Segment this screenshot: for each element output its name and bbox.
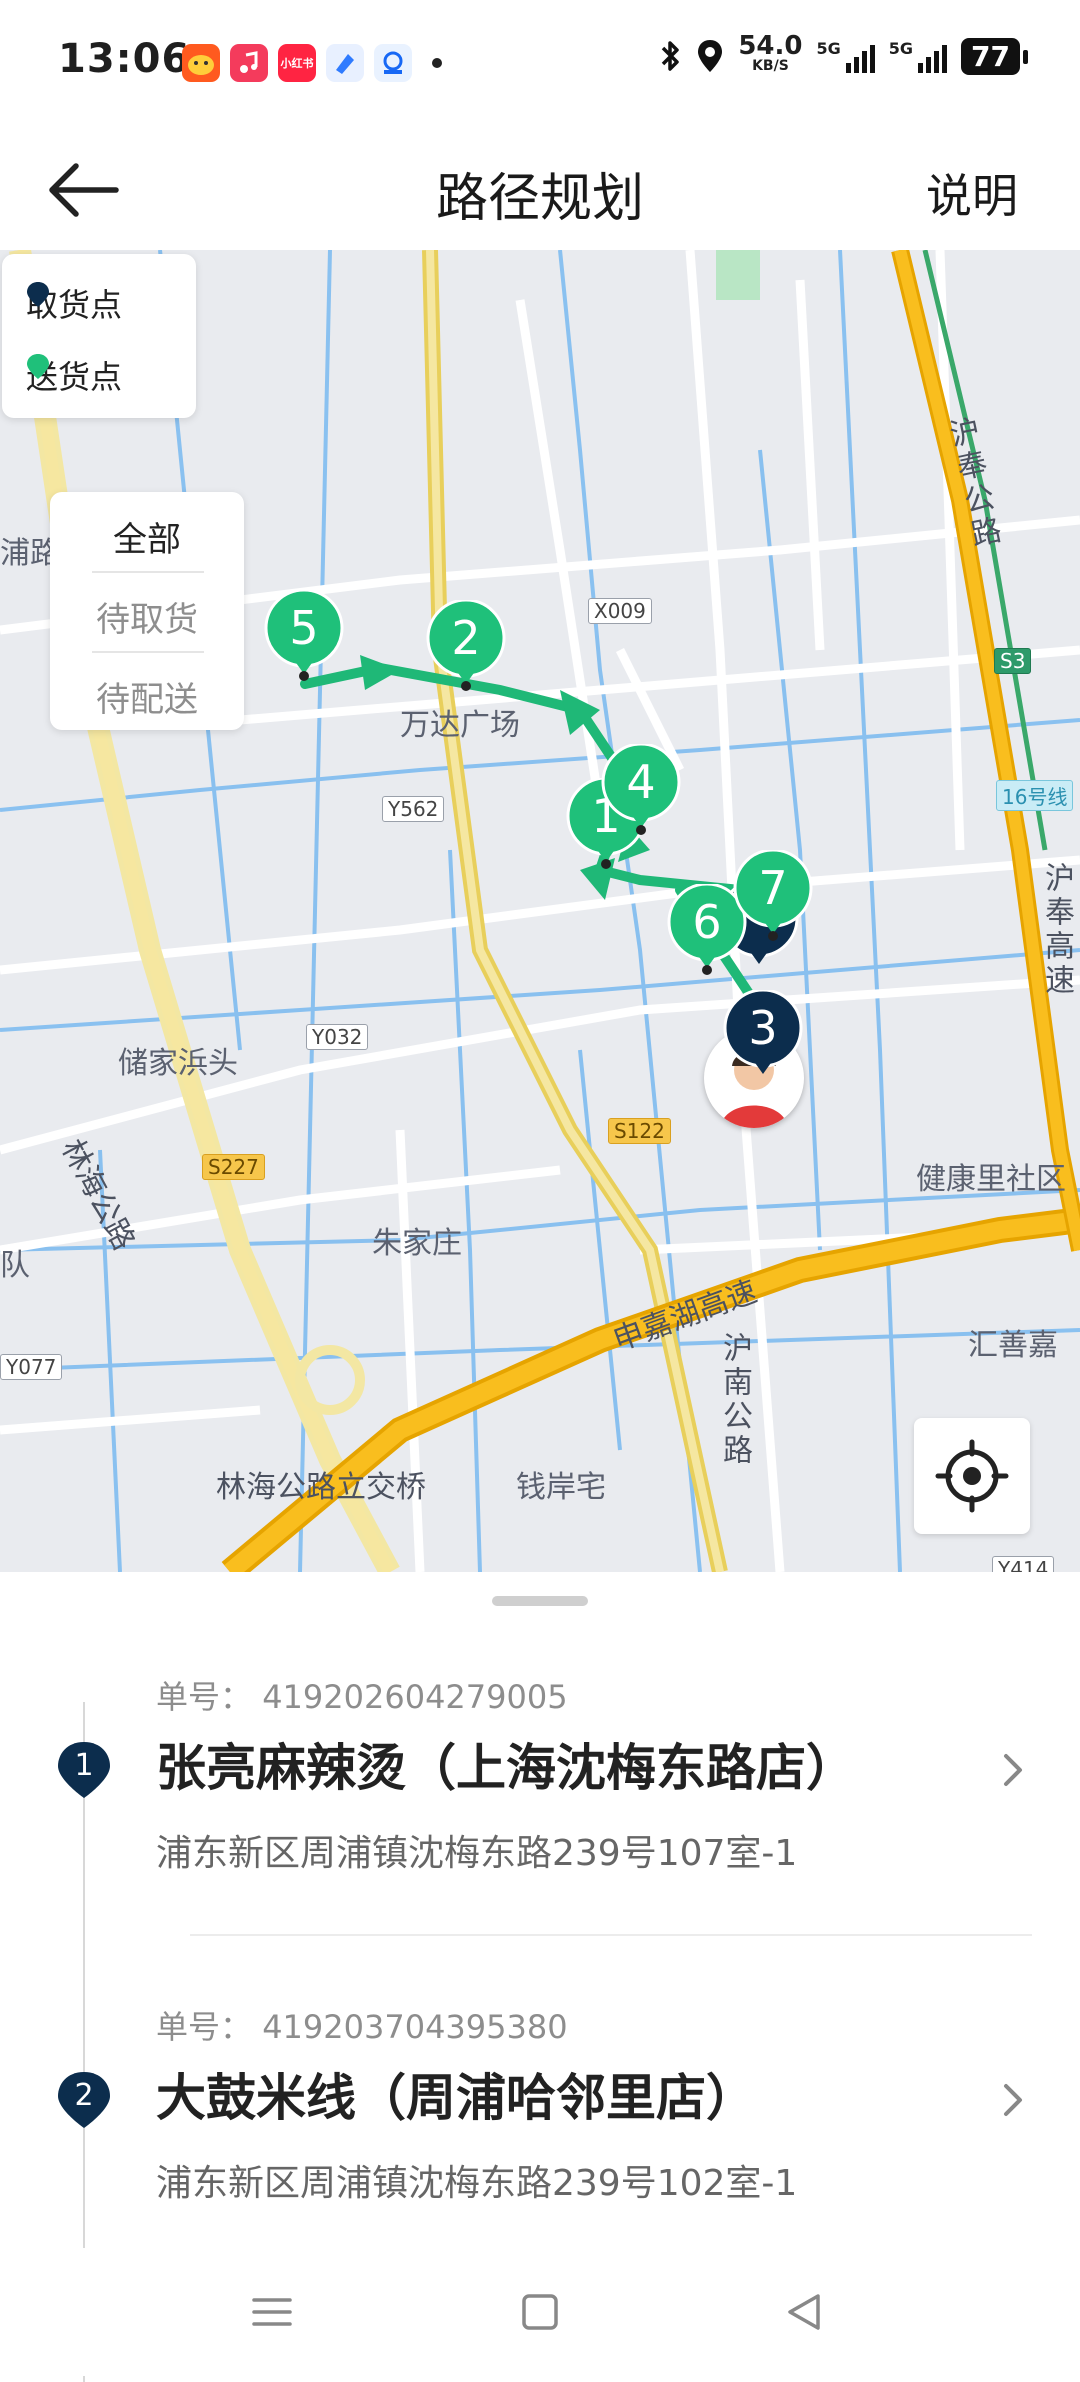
signal-2-icon: 5G	[889, 39, 948, 73]
order-number: 单号： 419203704395380	[156, 2008, 568, 2046]
order-list-sheet: 1 单号： 419202604279005 张亮麻辣烫（上海沈梅东路店） 浦东新…	[0, 1572, 1080, 2382]
road-badge-y077: Y077	[0, 1354, 63, 1380]
filter-to-pickup[interactable]: 待取货	[50, 592, 244, 641]
road-badge-y414: Y414	[992, 1556, 1055, 1572]
notification-icons: 小红书	[182, 44, 442, 82]
chevron-right-icon	[1004, 2084, 1022, 2116]
map-legend: 取货点 送货点	[2, 254, 196, 418]
bluetooth-icon	[662, 41, 680, 71]
location-icon	[698, 40, 723, 72]
road-badge-y562: Y562	[382, 796, 445, 822]
map-label-qianan: 钱岸宅	[516, 1470, 606, 1505]
road-badge-s122: S122	[608, 1118, 671, 1144]
order-sequence-marker: 2	[54, 2068, 114, 2132]
blue-app-icon	[326, 44, 364, 82]
home-button[interactable]	[510, 2282, 570, 2342]
menu-button[interactable]	[242, 2282, 302, 2342]
status-indicators: 54.0 KB/S 5G 5G 77	[660, 31, 1028, 76]
taobao-icon	[182, 44, 220, 82]
order-sequence-marker: 1	[54, 1738, 114, 1802]
delivery-marker[interactable]: 5	[264, 590, 344, 682]
store-name: 大鼓米线（周浦哈邻里店）	[156, 2069, 756, 2127]
home-icon	[522, 2294, 558, 2330]
delivery-marker[interactable]: 7	[733, 850, 813, 942]
app-header: 路径规划 说明	[0, 128, 1080, 250]
order-number: 单号： 419202604279005	[156, 1678, 568, 1716]
battery-indicator: 77	[961, 37, 1028, 75]
marker-number: 7	[758, 861, 788, 915]
pickup-marker-icon	[27, 282, 49, 307]
legend-delivery: 送货点	[26, 352, 122, 398]
legend-pickup: 取货点	[26, 280, 122, 326]
system-back-button[interactable]	[774, 2282, 834, 2342]
delivery-marker[interactable]: 4	[601, 744, 681, 836]
help-button[interactable]: 说明	[926, 160, 1018, 226]
filter-all[interactable]: 全部	[50, 512, 244, 561]
delivery-marker-icon	[27, 354, 49, 379]
road-badge-line16: 16号线	[996, 780, 1074, 811]
signal-1-icon: 5G	[817, 39, 875, 73]
map-label-huishanjia: 汇善嘉	[968, 1328, 1058, 1363]
locate-button[interactable]	[914, 1418, 1030, 1534]
delivery-marker[interactable]: 2	[426, 600, 506, 692]
road-badge-y032: Y032	[306, 1024, 369, 1050]
road-badge-s3: S3	[994, 648, 1032, 674]
map-label-team: 队	[0, 1248, 30, 1283]
filter-divider	[92, 651, 204, 653]
pickup-marker[interactable]: 3	[723, 990, 803, 1082]
route-map[interactable]: 万达广场 林海公路 储家浜头 朱家庄 申嘉湖高速 沪南公路 林海公路立交桥 钱岸…	[0, 250, 1080, 1572]
filter-to-deliver[interactable]: 待配送	[50, 672, 244, 721]
status-filter: 全部 待取货 待配送	[50, 492, 244, 730]
road-badge-x009: X009	[588, 598, 652, 624]
browser-icon	[374, 44, 412, 82]
map-label-chujiabang: 储家浜头	[118, 1046, 238, 1081]
status-time: 13:06	[58, 36, 191, 82]
marker-number: 3	[748, 1001, 778, 1055]
marker-number: 4	[626, 755, 656, 809]
map-label-linhai-interchange: 林海公路立交桥	[216, 1470, 426, 1505]
marker-number: 2	[451, 611, 481, 665]
menu-icon	[252, 2298, 292, 2326]
store-address: 浦东新区周浦镇沈梅东路239号102室-1	[156, 2163, 798, 2204]
map-label-hunan-road: 沪南公路	[717, 1332, 752, 1468]
filter-divider	[92, 571, 204, 573]
store-name: 张亮麻辣烫（上海沈梅东路店）	[156, 1739, 856, 1797]
store-address: 浦东新区周浦镇沈梅东路239号107室-1	[156, 1833, 798, 1874]
marker-number: 5	[289, 601, 319, 655]
page-title: 路径规划	[435, 169, 644, 229]
music-icon	[230, 44, 268, 82]
system-nav-bar	[0, 2248, 1080, 2376]
more-notifications-dot	[432, 58, 442, 68]
map-canvas	[0, 250, 1080, 1572]
drag-handle[interactable]	[492, 1596, 588, 1606]
order-divider	[190, 1934, 1032, 1936]
xiaohongshu-icon: 小红书	[278, 44, 316, 82]
crosshair-icon	[935, 1439, 1009, 1513]
map-label-wanda: 万达广场	[400, 708, 520, 743]
status-bar: 13:06 小红书 54.0 KB/S 5G 5G 77	[0, 0, 1080, 128]
back-triangle-icon	[788, 2294, 820, 2330]
map-label-zhujiazhuang: 朱家庄	[372, 1226, 462, 1261]
chevron-right-icon	[1004, 1754, 1022, 1786]
network-speed: 54.0 KB/S	[738, 31, 803, 74]
road-badge-s227: S227	[202, 1154, 265, 1180]
map-label-hufeng-express: 沪奉高速	[1039, 862, 1074, 998]
map-label-jiankangli: 健康里社区	[916, 1162, 1066, 1197]
